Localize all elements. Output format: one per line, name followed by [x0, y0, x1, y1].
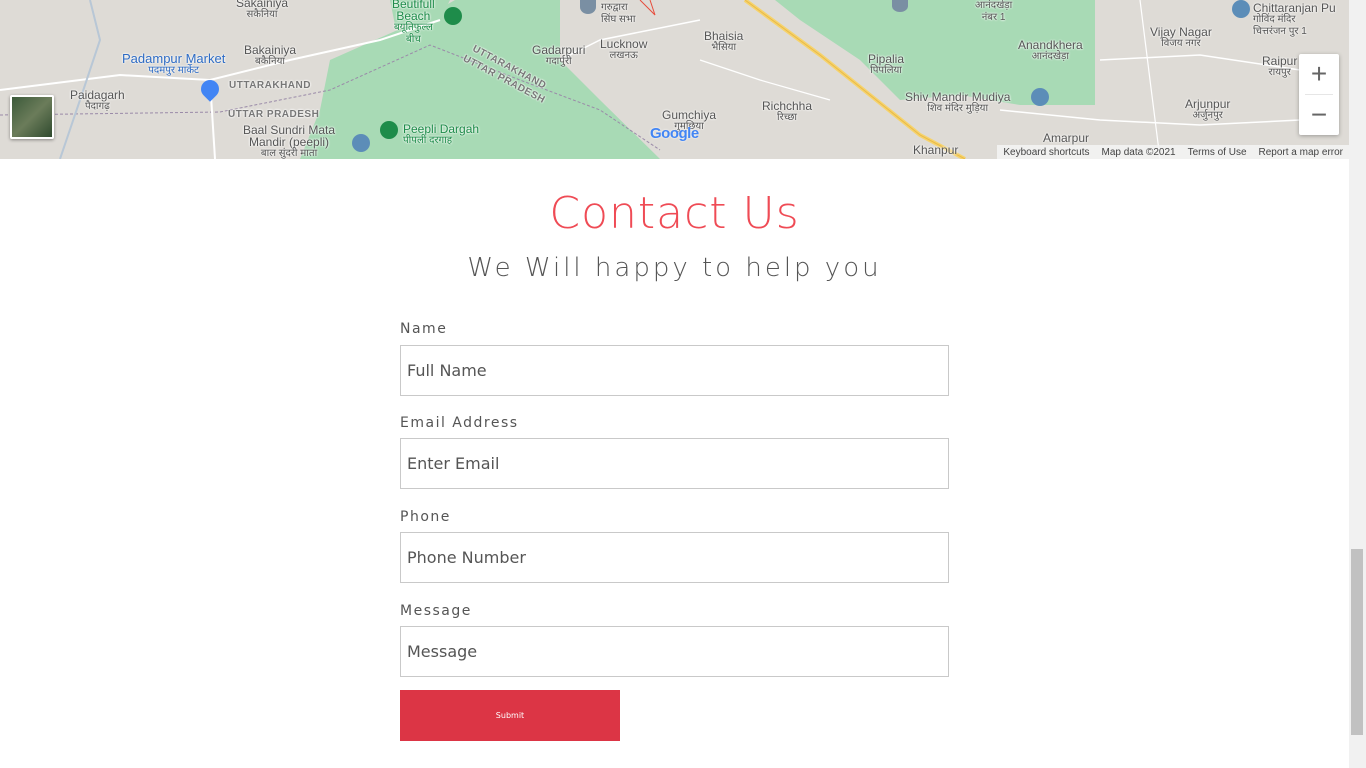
top-pin-icon[interactable] — [892, 0, 908, 12]
map-label-chittaranjan: Chittaranjan Pu गोविंद मंदिर चित्तरंजन पुर… — [1253, 1, 1336, 37]
map-label-anandkhera: Anandkhera आनंदखेड़ा — [1018, 38, 1083, 62]
map-label-beach: Beutifull Beach बयूतिफुल्ल बीच — [392, 0, 435, 45]
chittaranjan-pin-icon[interactable] — [1232, 0, 1250, 18]
name-label: Name — [400, 321, 448, 337]
map-label-amarpur: Amarpur — [1043, 131, 1090, 145]
map-label-arjunpur: Arjunpur अर्जुनपुर — [1185, 97, 1231, 121]
map-label-khanpur: Khanpur — [913, 143, 959, 157]
phone-label: Phone — [400, 509, 451, 525]
park-pin-icon[interactable] — [380, 121, 398, 139]
map-embed[interactable]: Sakainiya सकैनिया Beutifull Beach बयूतिफुल्… — [0, 0, 1349, 159]
scrollbar-thumb[interactable] — [1351, 549, 1363, 735]
map-label-bhaisia: Bhaisia भैसिया — [704, 29, 744, 53]
zoom-in-button[interactable]: + — [1299, 54, 1339, 94]
gurudwara-pin-icon[interactable] — [580, 0, 596, 14]
report-map-error-link[interactable]: Report a map error — [1253, 147, 1349, 158]
email-input[interactable] — [400, 438, 949, 489]
page-scrollbar[interactable] — [1349, 0, 1366, 768]
map-label-peepli: Peepli Dargah पीपली दरगाह — [403, 122, 480, 146]
map-label-raipur: Raipur रायपुर — [1262, 54, 1298, 78]
map-label-richchha: Richchha रिच्छा — [762, 99, 813, 123]
zoom-control: + − — [1299, 54, 1339, 135]
map-label-pipalia: Pipalia पिपलिया — [868, 52, 905, 76]
satellite-toggle-thumbnail[interactable] — [10, 95, 54, 139]
map-label-baal-sundri: Baal Sundri Mata Mandir (peepli) बाल सुंदर… — [243, 123, 336, 159]
keyboard-shortcuts-link[interactable]: Keyboard shortcuts — [997, 147, 1095, 158]
shiv-temple-pin-icon[interactable] — [1031, 88, 1049, 106]
contact-subtitle: We Will happy to help you — [467, 253, 882, 283]
temple-pin-icon[interactable] — [352, 134, 370, 152]
message-input[interactable] — [400, 626, 949, 677]
message-label: Message — [400, 603, 472, 619]
zoom-out-button[interactable]: − — [1299, 95, 1339, 135]
map-label-shiv-mandir: Shiv Mandir Mudiya शिव मंदिर मुड़िया — [905, 90, 1011, 114]
map-label-padampur: Padampur Market पदमपुर मार्केट — [122, 51, 226, 76]
email-label: Email Address — [400, 415, 519, 431]
contact-title: Contact Us — [549, 188, 800, 239]
name-input[interactable] — [400, 345, 949, 396]
map-label-anandkhera-top: आनंदखेड़ा नंबर 1 — [975, 0, 1013, 23]
terms-of-use-link[interactable]: Terms of Use — [1182, 147, 1253, 158]
google-logo: Google — [650, 125, 699, 142]
map-label-state-uk: UTTARAKHAND — [229, 80, 311, 91]
submit-button[interactable]: Submit — [400, 690, 620, 741]
map-data-text: Map data ©2021 — [1101, 146, 1176, 158]
map-attribution-bar: Keyboard shortcuts Map data ©2021 Terms … — [997, 145, 1349, 159]
map-label-lucknow: Lucknow लखनऊ — [600, 37, 648, 61]
phone-input[interactable] — [400, 532, 949, 583]
map-label-sakainiya: Sakainiya सकैनिया — [236, 0, 289, 20]
map-label-paidagarh: Paidagarh पैदागढ़ — [70, 88, 125, 112]
map-label-state-up: UTTAR PRADESH — [228, 109, 320, 120]
map-label-vijay-nagar: Vijay Nagar विजय नगर — [1150, 25, 1212, 49]
map-label-gurudwara: गरुद्वारा सिंघ सभा — [601, 2, 636, 25]
beach-pin-icon[interactable] — [444, 7, 462, 25]
map-label-bakainiya: Bakainiya बकैनिया — [244, 43, 297, 67]
map-label-gadarpuri: Gadarpuri गदार्पुरी — [532, 43, 586, 67]
